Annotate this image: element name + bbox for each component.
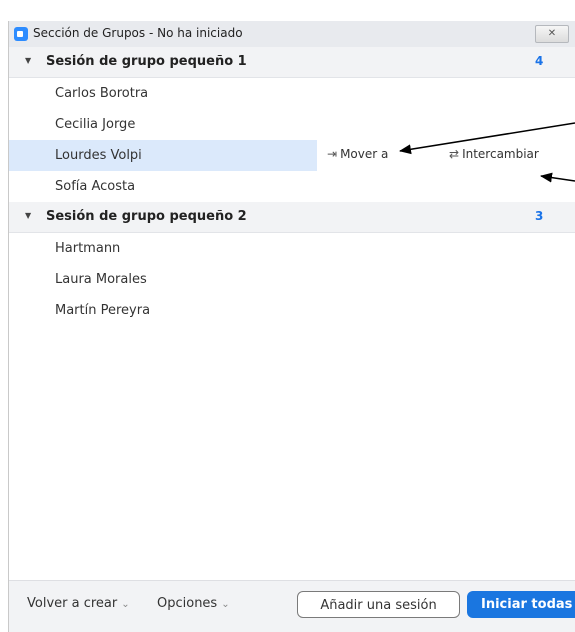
participant-name: Cecilia Jorge: [55, 117, 136, 132]
swap-label: Intercambiar: [462, 147, 539, 161]
rooms-list: ▼ Sesión de grupo pequeño 1 4 Carlos Bor…: [9, 47, 575, 326]
recreate-dropdown[interactable]: Volver a crear ⌄: [27, 596, 130, 611]
participant-row[interactable]: Cecilia Jorge: [9, 109, 575, 140]
swap-button[interactable]: ⇄ Intercambiar: [449, 147, 539, 161]
chevron-down-icon: ⌄: [121, 599, 130, 610]
move-to-icon: ⇥: [327, 147, 338, 161]
participant-name: Carlos Borotra: [55, 86, 149, 101]
room-name: Sesión de grupo pequeño 2: [46, 209, 247, 224]
participant-row[interactable]: Laura Morales: [9, 264, 575, 295]
move-to-button[interactable]: ⇥ Mover a: [327, 147, 388, 161]
breakout-rooms-window: Sección de Grupos - No ha iniciado ✕ ▼ S…: [8, 21, 575, 632]
participant-count: 3: [535, 209, 544, 223]
swap-icon: ⇄: [449, 147, 460, 161]
caret-down-icon[interactable]: ▼: [25, 211, 31, 220]
close-button[interactable]: ✕: [535, 25, 569, 43]
participant-name: Sofía Acosta: [55, 179, 136, 194]
caret-down-icon[interactable]: ▼: [25, 56, 31, 65]
footer-bar: Volver a crear ⌄ Opciones ⌄ Añadir una ses…: [9, 580, 575, 632]
participant-row[interactable]: Sofía Acosta: [9, 171, 575, 202]
participant-count: 4: [535, 54, 544, 68]
options-label: Opciones: [157, 596, 218, 611]
title-bar: Sección de Grupos - No ha iniciado ✕: [9, 21, 575, 48]
participant-name: Lourdes Volpi: [55, 148, 142, 163]
start-all-button[interactable]: Iniciar todas: [467, 591, 575, 618]
room-header-2[interactable]: ▼ Sesión de grupo pequeño 2 3: [9, 202, 575, 233]
room-header-1[interactable]: ▼ Sesión de grupo pequeño 1 4: [9, 47, 575, 78]
participant-row[interactable]: Carlos Borotra: [9, 78, 575, 109]
window-title: Sección de Grupos - No ha iniciado: [33, 26, 243, 40]
recreate-label: Volver a crear: [27, 596, 118, 611]
zoom-app-icon: [14, 27, 28, 41]
participant-name: Hartmann: [55, 241, 121, 256]
participant-row-hovered[interactable]: Lourdes Volpi ⇥ Mover a ⇄ Intercambiar: [9, 140, 575, 171]
options-dropdown[interactable]: Opciones ⌄: [157, 596, 230, 611]
add-session-button[interactable]: Añadir una sesión: [297, 591, 460, 618]
chevron-down-icon: ⌄: [221, 599, 230, 610]
move-to-label: Mover a: [340, 147, 389, 161]
room-name: Sesión de grupo pequeño 1: [46, 54, 247, 69]
participant-name: Laura Morales: [55, 272, 147, 287]
participant-row[interactable]: Martín Pereyra: [9, 295, 575, 326]
participant-row[interactable]: Hartmann: [9, 233, 575, 264]
participant-name: Martín Pereyra: [55, 303, 151, 318]
